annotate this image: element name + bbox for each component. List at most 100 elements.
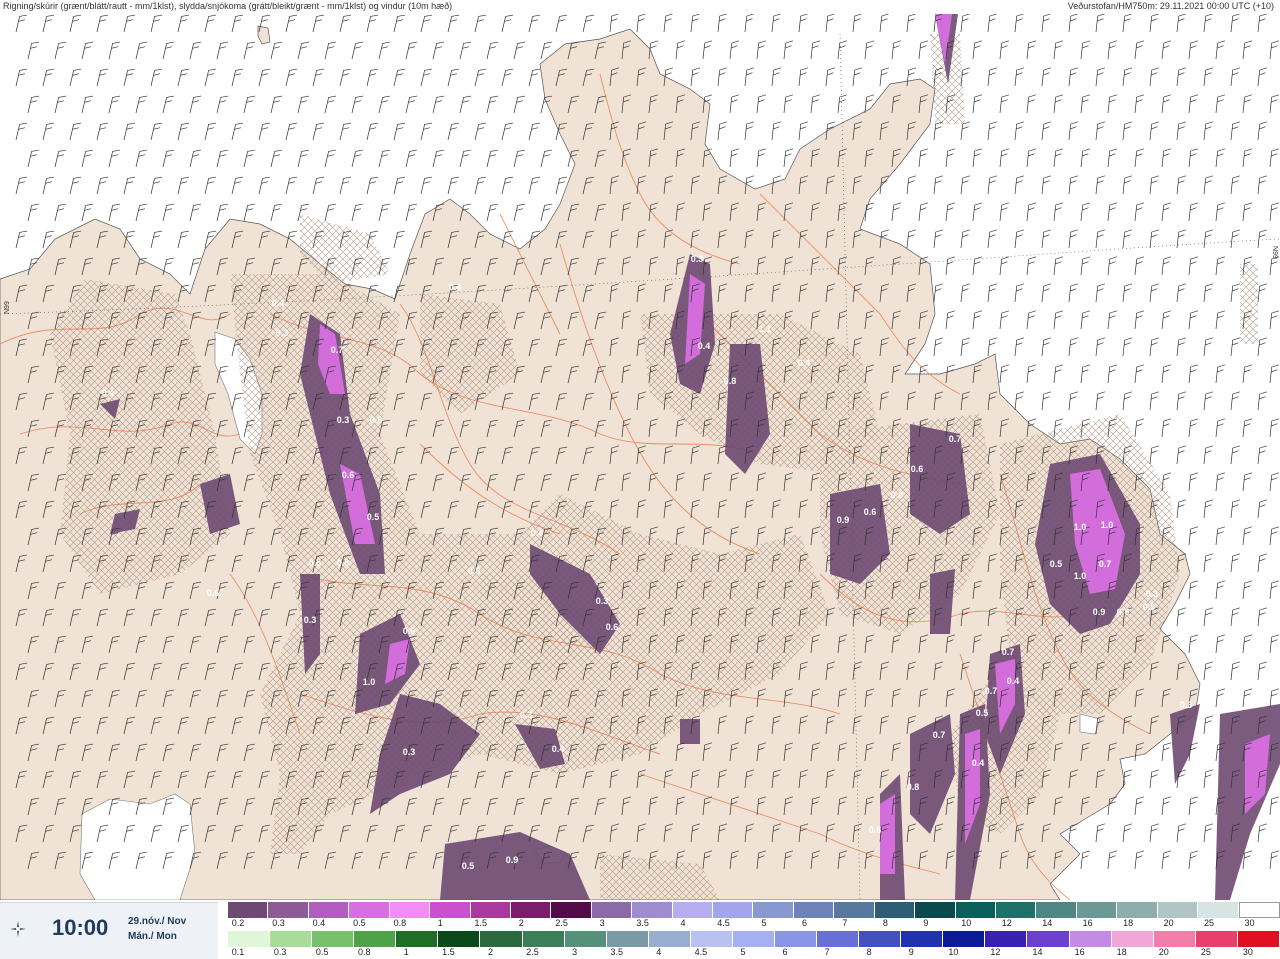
precip-value-label: 0.6 [864, 507, 877, 517]
legend-swatch [874, 902, 916, 918]
legend-label: 3.5 [610, 947, 623, 957]
forecast-date: 29.nóv./ Nov [128, 916, 187, 927]
precip-value-label: 0.4 [1007, 676, 1020, 686]
legend-label: 0.5 [315, 947, 329, 957]
legend-swatch [753, 902, 794, 918]
precip-value-label: 0.6 [911, 464, 924, 474]
legend-label: 6 [782, 947, 788, 957]
legend-label: 2.5 [555, 918, 568, 928]
legend-label: 0.8 [393, 918, 407, 928]
legend-swatch [775, 931, 818, 947]
legend-label: 3 [599, 918, 605, 928]
precip-value-label: 0.8 [724, 376, 737, 386]
legend-label: 8 [866, 947, 872, 957]
precip-value-label: 0.7 [1099, 559, 1112, 569]
legend-label: 5 [740, 947, 746, 957]
precip-value-label: 0.9 [506, 855, 519, 865]
legend-swatch [1111, 931, 1154, 947]
weather-map[interactable]: N99 N99 0.4 0.3 0.7 0.3 0.6 0.5 0.8 0.4 0.8 0.6 1.… [0, 14, 1280, 900]
legend-swatch [1238, 902, 1280, 918]
precip-value-label: 0.8 [337, 558, 350, 568]
title-bar: Rigning/skúrir (grænt/blátt/rautt - mm/1… [0, 0, 1280, 14]
precip-value-label: 0.9 [1093, 607, 1106, 617]
legend-labels-snow: 0.2 0.3 0.4 0.5 0.8 1 1.5 2 2.5 3 3.5 4 4.5 5 6 7 8 9 10 12… [228, 918, 1280, 930]
legend-label: 20 [1158, 947, 1169, 957]
legend-swatch [1027, 931, 1070, 947]
legend-swatch [632, 902, 673, 918]
legend-label: 0.1 [231, 947, 245, 957]
legend-swatch [396, 931, 439, 947]
precip-value-label: 0.5 [976, 708, 989, 718]
legend-label: 20 [1163, 918, 1174, 928]
precip-value-label: 0.3 [403, 747, 416, 757]
legend-label: 8 [882, 918, 888, 928]
legend-label: 4.5 [694, 947, 708, 957]
legend-swatch [1117, 902, 1158, 918]
precip-value-label: 1.1 [759, 324, 772, 334]
legend-swatch [270, 931, 313, 947]
legend-label: 0.2 [231, 918, 245, 928]
legend-swatch [690, 931, 733, 947]
legend-swatch [510, 902, 552, 918]
legend-swatch [564, 931, 607, 947]
legend-swatch [228, 931, 271, 947]
precip-value-label: 0.3 [596, 596, 609, 606]
precip-value-label: 0.3 [337, 415, 350, 425]
precip-value-label: 0.5 [309, 558, 322, 568]
time-panel: 10:00 29.nóv./ Nov Mán./ Mon [0, 902, 218, 959]
legend-swatch [732, 931, 776, 947]
legend-swatch [943, 931, 986, 947]
legend-label: 14 [1042, 918, 1053, 928]
precip-value-label: 0.3 [691, 254, 704, 264]
legend-label: 16 [1082, 918, 1093, 928]
legend-label: 10 [961, 918, 972, 928]
legend-label: 4 [680, 918, 686, 928]
legend-label: 7 [824, 947, 830, 957]
precip-value-label: 0.8 [1117, 607, 1130, 617]
precip-value-label: 0.3 [1180, 700, 1193, 710]
map-title: Rigning/skúrir (grænt/blátt/rautt - mm/1… [3, 1, 453, 11]
legend-swatch [1069, 931, 1112, 947]
precip-value-label: 0.4 [972, 758, 985, 768]
precip-value-label: 0.7 [985, 686, 998, 696]
forecast-run-icon[interactable] [8, 919, 28, 939]
precip-value-label: 0.9 [837, 515, 850, 525]
precip-value-label: 1.0 [1074, 522, 1087, 532]
precip-value-label: 0.7 [1002, 647, 1015, 657]
legend-label: 30 [1242, 947, 1253, 957]
legend-swatch [312, 931, 355, 947]
legend-label: 2 [487, 947, 493, 957]
precip-value-label: 0.7 [949, 434, 962, 444]
precip-value-label: 0.4 [102, 388, 115, 398]
legend-swatch [1036, 902, 1077, 918]
precip-value-label: 1.0 [1074, 571, 1087, 581]
legend-label: 0.8 [357, 947, 371, 957]
precip-value-label: 0.5 [367, 512, 380, 522]
legend-swatch [1153, 931, 1196, 947]
legend-swatch [1195, 931, 1238, 947]
legend-label: 18 [1123, 918, 1134, 928]
legend-swatch [955, 902, 997, 918]
graticule-label-east: N99 [1271, 246, 1278, 259]
legend-swatch [1237, 931, 1280, 947]
precip-value-label: 0.4 [698, 341, 711, 351]
precip-value-label: 0.6 [606, 622, 619, 632]
forecast-time: 10:00 [52, 915, 109, 940]
legend-swatch [606, 931, 649, 947]
precip-value-label: 0.6 [207, 588, 220, 598]
precip-value-label: 0.7 [331, 345, 344, 355]
legend-label: 14 [1032, 947, 1043, 957]
precip-value-label: 0.6 [342, 470, 355, 480]
legend-row-snow [228, 902, 1280, 918]
legend-label: 7 [842, 918, 848, 928]
legend-swatch [389, 902, 431, 918]
legend-label: 1.5 [474, 918, 488, 928]
legend-swatch [985, 931, 1028, 947]
legend-label: 16 [1074, 947, 1085, 957]
precip-value-label: 0.4 [531, 528, 544, 538]
legend-swatch [713, 902, 754, 918]
legend-label: 3.5 [636, 918, 649, 928]
legend-label: 9 [923, 918, 929, 928]
precip-value-label: 0.4 [272, 298, 285, 308]
precip-value-label: 0.9 [1143, 602, 1156, 612]
